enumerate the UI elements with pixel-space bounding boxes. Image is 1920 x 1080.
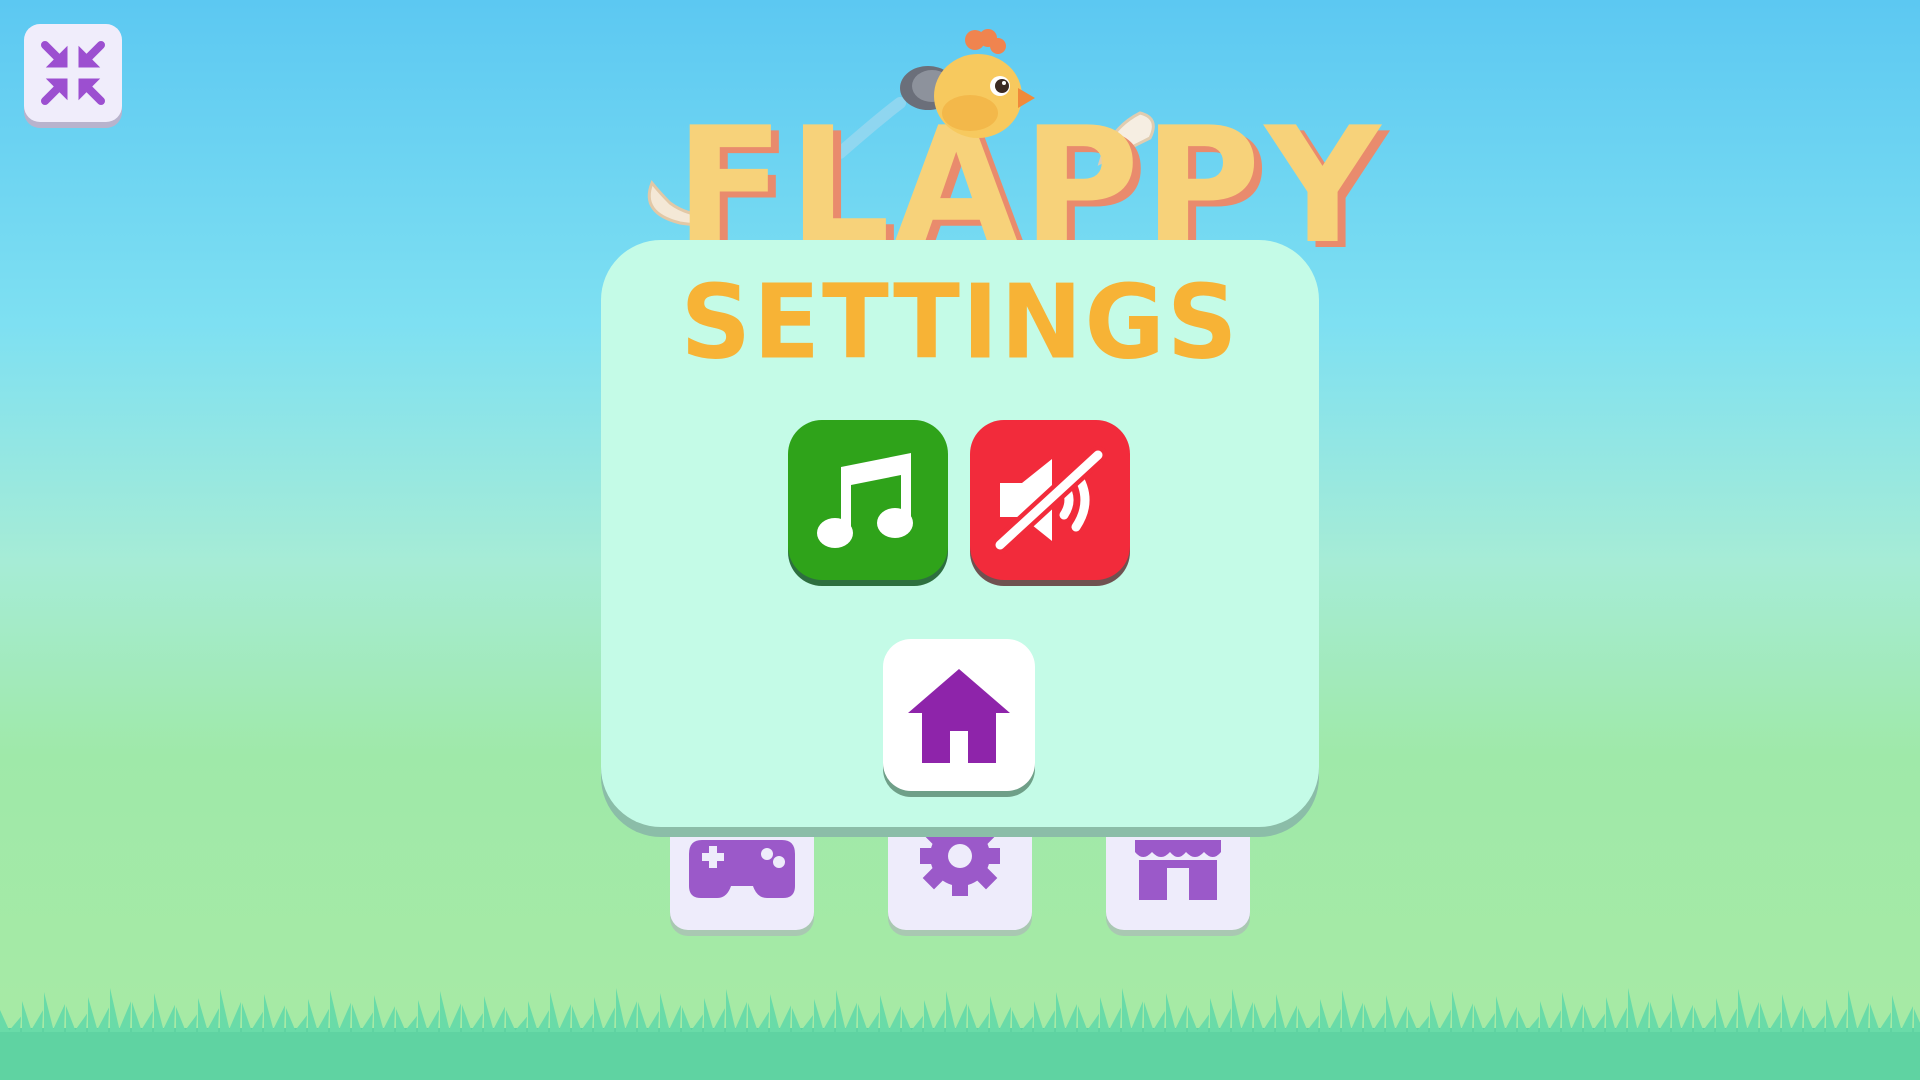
shop-icon [1135,840,1221,900]
gear-icon [920,830,1000,896]
chick-icon [900,29,1035,138]
grass-ground [0,988,1920,1080]
exit-fullscreen-button[interactable] [24,24,122,122]
settings-title: SETTINGS [680,263,1240,383]
home-icon [908,669,1010,763]
music-note-icon [817,453,913,548]
exit-fullscreen-icon [41,41,105,105]
music-toggle-button[interactable] [788,420,948,580]
settings-panel: SETTINGS [601,240,1319,827]
sound-muted-icon [991,446,1107,554]
game-logo: FLAPPY [630,18,1380,266]
sound-toggle-button[interactable] [970,420,1130,580]
home-button[interactable] [883,639,1035,791]
gamepad-icon [689,840,795,898]
